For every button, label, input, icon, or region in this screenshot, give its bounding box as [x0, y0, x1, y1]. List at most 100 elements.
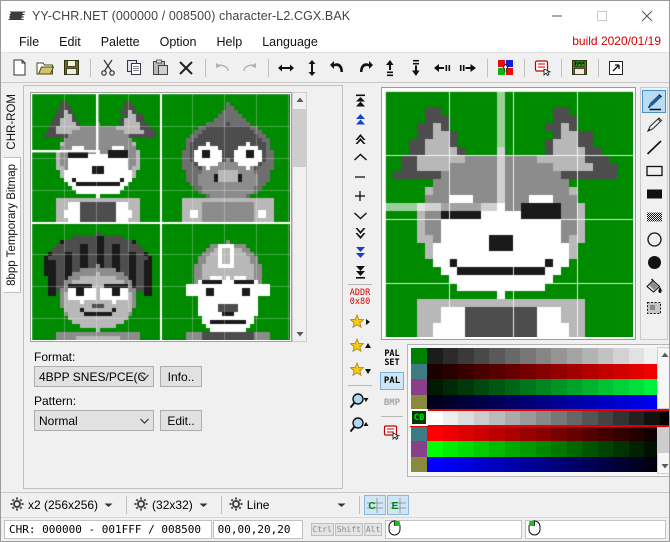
zoom-in-icon[interactable] [346, 389, 374, 413]
favorite-next-icon[interactable] [346, 310, 374, 334]
palette-row[interactable]: C0 [410, 409, 669, 427]
shift-down-icon[interactable] [404, 56, 428, 80]
nav-bottom-icon[interactable] [347, 262, 373, 281]
palette-color-swatch[interactable] [473, 363, 489, 379]
tab-chr-rom[interactable]: CHR-ROM [3, 87, 21, 157]
palette-color-swatch[interactable] [597, 394, 613, 410]
palette-color-swatch[interactable] [582, 410, 598, 426]
menu-help[interactable]: Help [206, 33, 252, 51]
nav-page-up-blue-icon[interactable] [347, 110, 373, 129]
rect-filled-tool[interactable] [642, 182, 666, 205]
open-file-icon[interactable] [33, 56, 57, 80]
circle-outline-tool[interactable] [642, 228, 666, 251]
nav-top-icon[interactable] [347, 91, 373, 110]
palette-color-swatch[interactable] [473, 410, 489, 426]
palette-color-swatch[interactable] [566, 363, 582, 379]
palette-color-swatch[interactable] [427, 456, 443, 472]
pixel-editor[interactable] [381, 87, 636, 340]
palette-color-swatch[interactable] [489, 348, 505, 364]
delete-icon[interactable] [174, 56, 198, 80]
palette-color-swatch[interactable] [582, 363, 598, 379]
shift-right-icon[interactable] [456, 56, 480, 80]
palette-color-swatch[interactable] [535, 363, 551, 379]
palette-color-swatch[interactable] [427, 348, 443, 364]
pencil-tool[interactable] [642, 113, 666, 136]
palette-color-swatch[interactable] [442, 363, 458, 379]
new-file-icon[interactable] [7, 56, 31, 80]
export-icon[interactable] [604, 56, 628, 80]
palette-color-swatch[interactable] [442, 425, 458, 441]
palette-color-swatch[interactable] [442, 410, 458, 426]
palette-color-swatch[interactable] [613, 441, 629, 457]
paste-icon[interactable] [148, 56, 172, 80]
palette-color-swatch[interactable] [427, 363, 443, 379]
palette-color-swatch[interactable] [427, 410, 443, 426]
format-select[interactable]: 4BPP SNES/PCE(C [34, 366, 154, 387]
palette-scroll-down-arrow[interactable] [658, 459, 669, 473]
palette-index-swatch[interactable] [411, 394, 427, 410]
favorite-down-icon[interactable] [346, 358, 374, 382]
redo-icon[interactable] [237, 56, 261, 80]
palette-color-swatch[interactable] [489, 410, 505, 426]
palette-color-swatch[interactable] [458, 363, 474, 379]
palette-color-swatch[interactable] [473, 348, 489, 364]
palette-color-swatch[interactable] [613, 348, 629, 364]
palette-color-swatch[interactable] [458, 441, 474, 457]
tab-8bpp-temporary-bitmap[interactable]: 8bpp Temporary Bitmap [3, 156, 21, 293]
palette-color-swatch[interactable] [520, 441, 536, 457]
palette-color-swatch[interactable] [458, 348, 474, 364]
palette-color-swatch[interactable] [489, 456, 505, 472]
palette-color-swatch[interactable] [551, 379, 567, 395]
palette-color-swatch[interactable] [613, 379, 629, 395]
palette-index-swatch[interactable] [411, 425, 427, 441]
favorite-up-icon[interactable] [346, 334, 374, 358]
rotate-left-icon[interactable] [326, 56, 350, 80]
pen-tool[interactable] [642, 90, 666, 113]
palette-index-swatch[interactable] [411, 363, 427, 379]
palette-color-swatch[interactable] [504, 425, 520, 441]
palette-color-swatch[interactable] [473, 379, 489, 395]
palette-color-swatch[interactable] [613, 394, 629, 410]
palette-color-swatch[interactable] [504, 394, 520, 410]
palette-color-swatch[interactable] [458, 379, 474, 395]
palette-color-swatch[interactable] [489, 379, 505, 395]
palette-color-swatch[interactable] [582, 348, 598, 364]
circle-filled-tool[interactable] [642, 251, 666, 274]
palette-color-swatch[interactable] [427, 394, 443, 410]
palette-color-swatch[interactable] [520, 425, 536, 441]
chr-canvas[interactable] [32, 94, 290, 340]
pattern-edit-button[interactable]: Edit.. [160, 410, 202, 431]
dither-tool[interactable] [642, 205, 666, 228]
flip-horizontal-icon[interactable] [274, 56, 298, 80]
palette-row[interactable] [411, 441, 669, 457]
palette-color-swatch[interactable] [613, 410, 629, 426]
palette-color-swatch[interactable] [597, 410, 613, 426]
scroll-down-arrow[interactable] [293, 327, 306, 341]
palette-color-swatch[interactable] [442, 348, 458, 364]
palette-color-swatch[interactable] [551, 363, 567, 379]
palette-color-swatch[interactable] [520, 456, 536, 472]
menu-file[interactable]: File [9, 33, 49, 51]
palette-color-swatch[interactable] [597, 363, 613, 379]
palette-edit-icon[interactable] [380, 423, 404, 441]
chr-tile-view[interactable] [30, 92, 292, 342]
select-tool[interactable] [642, 297, 666, 320]
menu-language[interactable]: Language [252, 33, 328, 51]
palette-color-swatch[interactable] [473, 425, 489, 441]
palette-color-swatch[interactable] [566, 379, 582, 395]
scroll-up-arrow[interactable] [293, 93, 306, 107]
palette-color-swatch[interactable] [520, 348, 536, 364]
palette-color-swatch[interactable] [535, 456, 551, 472]
palette-color-swatch[interactable] [489, 363, 505, 379]
menu-option[interactable]: Option [150, 33, 207, 51]
palette-color-swatch[interactable] [597, 456, 613, 472]
palette-color-swatch[interactable] [597, 425, 613, 441]
flip-vertical-icon[interactable] [300, 56, 324, 80]
palette-color-swatch[interactable] [520, 394, 536, 410]
palette-color-swatch[interactable] [566, 348, 582, 364]
palette-row[interactable] [411, 425, 669, 441]
palette-color-swatch[interactable] [597, 379, 613, 395]
palette-color-swatch[interactable] [566, 425, 582, 441]
save-bmp-icon[interactable]: BMP [567, 56, 591, 80]
palette-color-swatch[interactable] [597, 441, 613, 457]
